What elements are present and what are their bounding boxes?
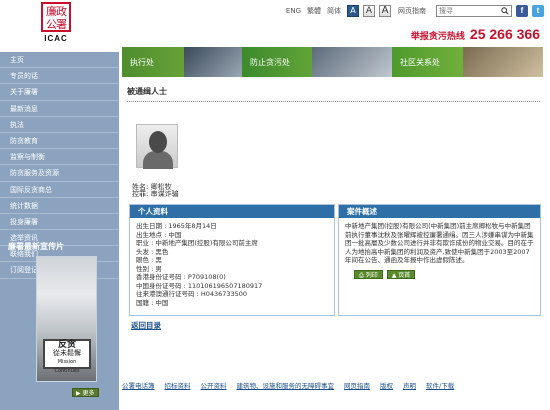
lang-simplified[interactable]: 简体 xyxy=(327,6,341,16)
banner-community-photo xyxy=(463,47,543,77)
offense-value: 串谋诈骗 xyxy=(150,190,179,198)
info-row: 职业 : 中新地产集团(控股)有限公司前主席 xyxy=(136,239,258,247)
print-label: 列印 xyxy=(365,272,378,279)
footer-link-disclaimer[interactable]: 声明 xyxy=(403,381,416,391)
footer: 公署电话簿 招标资料 公开资料 建筑物、设施和服务的无障碍事宜 网页指南 版权 … xyxy=(122,381,543,391)
sidebar-item-news[interactable]: 最新消息 xyxy=(0,101,119,117)
icac-logo[interactable]: 廉政公署 ICAC xyxy=(38,2,74,46)
sidebar-item-prevention-services[interactable]: 防贪服务及资源 xyxy=(0,165,119,182)
top-button[interactable]: ▲ 页首 xyxy=(386,270,416,279)
font-size-medium[interactable]: A xyxy=(363,5,375,17)
info-row: 香港身份证号码 : P709108(0) xyxy=(136,273,226,281)
info-row: 国籍 : 中国 xyxy=(136,298,169,307)
footer-link-software[interactable]: 软件/下载 xyxy=(426,381,454,391)
back-to-index-link[interactable]: 返回目录 xyxy=(131,320,161,331)
banner-prevention-label: 防止贪污处 xyxy=(250,57,290,67)
detail-cards: 个人资料 出生日期 : 1965年8月14日 出生地点 : 中国 职业 : 中新… xyxy=(129,204,541,316)
font-size-small[interactable]: A xyxy=(347,5,359,17)
search-icon[interactable] xyxy=(499,6,511,16)
logo-mark: ICAC xyxy=(44,34,68,43)
promo-title: 廉署最新宣传片 xyxy=(8,242,64,251)
info-row: 头发 : 黑色 xyxy=(136,247,169,256)
footer-link-public-info[interactable]: 公开资料 xyxy=(201,381,227,391)
department-banner: 执行处 防止贪污处 社区关系处 xyxy=(122,47,543,77)
photo-face xyxy=(149,131,167,153)
promo-more-label: 更多 xyxy=(82,390,95,397)
hotline-label: 举报贪污热线 xyxy=(410,32,465,42)
footer-link-tenders[interactable]: 招标资料 xyxy=(165,381,191,391)
print-button[interactable]: ⎙ 列印 xyxy=(354,270,383,279)
info-row: 往来港澳通行证号码 : H0436733500 xyxy=(136,290,248,298)
search-box xyxy=(436,5,512,17)
top-label: 页首 xyxy=(398,272,411,279)
offense-label: 控罪: xyxy=(132,190,149,198)
hotline: 举报贪污热线 25 266 366 xyxy=(411,26,540,42)
banner-operations[interactable]: 执行处 xyxy=(122,47,242,77)
footer-links: 公署电话簿 招标资料 公开资料 建筑物、设施和服务的无障碍事宜 网页指南 版权 … xyxy=(122,381,543,391)
font-size-large[interactable]: A xyxy=(379,5,391,17)
banner-operations-photo xyxy=(184,47,242,77)
offense-line: 控罪: 串谋诈骗 xyxy=(132,189,179,199)
case-summary-text: 中新地产集团(控股)有限公司(中新集团)前主席卿松牧与中新集团前执行董事沈秋及张… xyxy=(345,222,534,264)
banner-community-label: 社区关系处 xyxy=(400,57,440,67)
promo-video-thumbnail[interactable]: 反贪 從未鬆懈 Mission Continues xyxy=(36,256,97,382)
banner-prevention[interactable]: 防止贪污处 xyxy=(242,47,392,77)
footer-link-copyright[interactable]: 版权 xyxy=(380,381,393,391)
page-title: 被通缉人士 xyxy=(127,86,540,102)
twitter-icon[interactable]: t xyxy=(532,5,544,17)
info-row: 性别 : 男 xyxy=(136,264,162,273)
sidebar-item-oversight[interactable]: 监察与制衡 xyxy=(0,149,119,166)
info-row: 出生日期 : 1965年8月14日 xyxy=(136,222,217,230)
sidebar-item-home[interactable]: 主页 xyxy=(0,52,119,69)
case-summary-card: 案件概述 中新地产集团(控股)有限公司(中新集团)前主席卿松牧与中新集团前执行董… xyxy=(338,204,541,316)
personal-info-body: 出生日期 : 1965年8月14日 出生地点 : 中国 职业 : 中新地产集团(… xyxy=(130,218,334,311)
promo-more-button[interactable]: ▶ 更多 xyxy=(72,388,99,397)
banner-operations-label: 执行处 xyxy=(130,57,154,67)
wanted-person-photo xyxy=(136,124,178,169)
accessibility-guide-link[interactable]: 网页指南 xyxy=(398,6,426,16)
photo-body xyxy=(143,151,173,169)
facebook-icon[interactable]: f xyxy=(516,5,528,17)
banner-prevention-photo xyxy=(312,47,392,77)
top-utility-bar: ENG 繁體 简体 A A A 网页指南 f t xyxy=(286,4,544,18)
sidebar-item-statistics[interactable]: 统计数据 xyxy=(0,198,119,214)
info-row: 出生地点 : 中国 xyxy=(136,230,182,239)
sidebar-item-commissioner[interactable]: 专员的话 xyxy=(0,68,119,85)
case-summary-header: 案件概述 xyxy=(339,205,540,218)
promo-sign-line2: 從未鬆懈 xyxy=(53,349,81,357)
info-row: 眼色 : 黑 xyxy=(136,256,162,264)
sidebar-item-enforcement[interactable]: 执法 xyxy=(0,117,119,133)
promo-sign: 反贪 從未鬆懈 Mission Continues xyxy=(43,339,91,374)
main-content: 被通缉人士 姓名: 卿松牧 控罪: 串谋诈骗 个人资料 出生日期 : 1965年… xyxy=(127,86,542,330)
logo-seal: 廉政公署 xyxy=(41,2,71,32)
promo-sign-line3: Mission Continues xyxy=(54,359,80,374)
sidebar-item-about[interactable]: 关于廉署 xyxy=(0,84,119,101)
banner-community[interactable]: 社区关系处 xyxy=(392,47,543,77)
page-actions: ⎙ 列印 ▲ 页首 xyxy=(354,270,416,279)
sidebar-item-careers[interactable]: 投身廉署 xyxy=(0,214,119,231)
footer-link-guide[interactable]: 网页指南 xyxy=(344,381,370,391)
footer-link-accessibility[interactable]: 建筑物、设施和服务的无障碍事宜 xyxy=(237,381,335,391)
promo-sign-line1: 反贪 xyxy=(57,340,76,350)
footer-link-directory[interactable]: 公署电话簿 xyxy=(122,381,155,391)
hotline-number: 25 266 366 xyxy=(469,26,540,42)
info-row: 中国身份证号码 : 110106196507180917 xyxy=(136,281,263,290)
sidebar-item-international[interactable]: 国际反贪商总 xyxy=(0,182,119,198)
sidebar-item-education[interactable]: 防贪教育 xyxy=(0,133,119,150)
lang-traditional[interactable]: 繁體 xyxy=(307,6,321,16)
personal-info-card: 个人资料 出生日期 : 1965年8月14日 出生地点 : 中国 职业 : 中新… xyxy=(129,204,335,316)
search-input[interactable] xyxy=(437,6,499,16)
lang-eng[interactable]: ENG xyxy=(286,7,301,15)
personal-info-header: 个人资料 xyxy=(130,205,334,218)
